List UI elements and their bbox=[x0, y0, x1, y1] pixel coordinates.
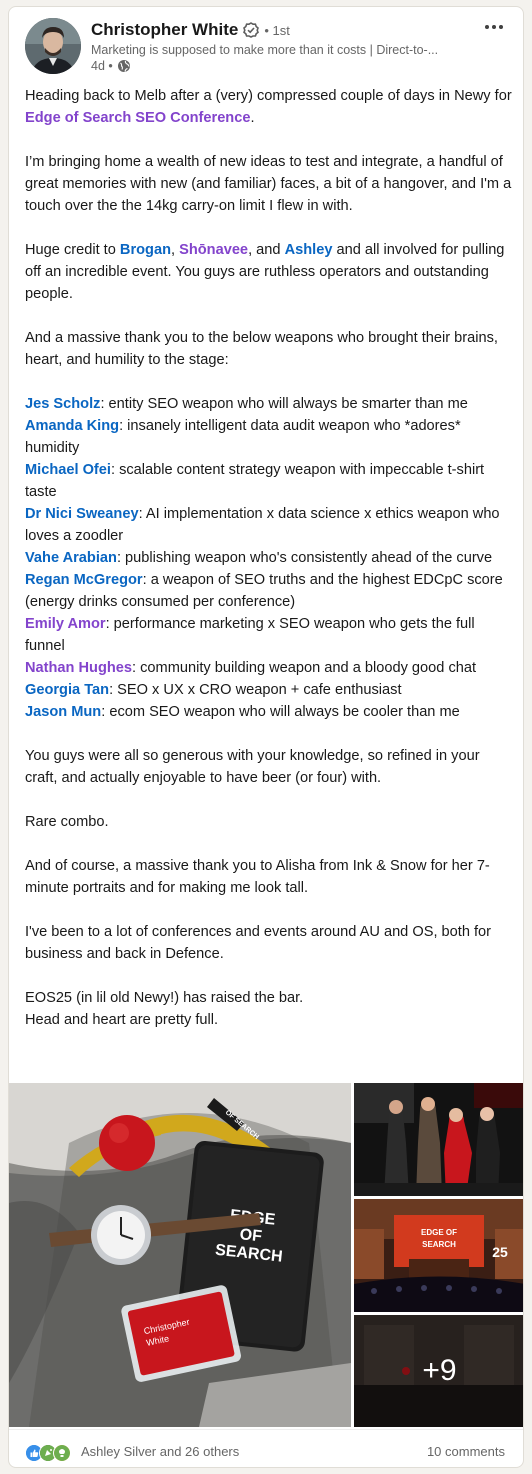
speaker-item: Dr Nici Sweaney: AI implementation x dat… bbox=[25, 503, 513, 547]
connection-degree: • 1st bbox=[264, 22, 290, 38]
more-icon[interactable] bbox=[483, 21, 505, 33]
more-photos-count: +9 bbox=[354, 1315, 523, 1427]
author-name[interactable]: Christopher White bbox=[91, 20, 238, 40]
speaker-item: Jason Mun: ecom SEO weapon who will alwa… bbox=[25, 701, 513, 723]
mention-speaker[interactable]: Amanda King bbox=[25, 418, 119, 434]
social-counts: Ashley Silver and 26 others 10 comments bbox=[9, 1429, 523, 1467]
mention-speaker[interactable]: Michael Ofei bbox=[25, 462, 111, 478]
text-span: , bbox=[171, 242, 180, 258]
paragraph-credit: Huge credit to Brogan, Shōnavee, and Ash… bbox=[25, 239, 513, 305]
avatar-photo bbox=[25, 18, 81, 74]
speaker-item: Regan McGregor: a weapon of SEO truths a… bbox=[25, 569, 513, 613]
speaker-item: Jes Scholz: entity SEO weapon who will a… bbox=[25, 393, 513, 415]
text-span: . bbox=[250, 110, 255, 126]
event-link[interactable]: Edge of Search SEO Conference bbox=[25, 110, 250, 126]
reactions-count[interactable]: Ashley Silver and 26 others bbox=[81, 1444, 239, 1459]
author-avatar[interactable] bbox=[25, 18, 81, 74]
speaker-item: Emily Amor: performance marketing x SEO … bbox=[25, 613, 513, 657]
stage-number: 25 bbox=[492, 1244, 508, 1260]
mention-speaker[interactable]: Jes Scholz bbox=[25, 396, 100, 412]
paragraph-eos25: EOS25 (in lil old Newy!) has raised the … bbox=[25, 990, 304, 1006]
screen-line-1: EDGE OF bbox=[421, 1228, 457, 1237]
mention-speaker[interactable]: Dr Nici Sweaney bbox=[25, 506, 139, 522]
mention-ashley[interactable]: Ashley bbox=[285, 242, 333, 258]
photo-group[interactable] bbox=[354, 1083, 523, 1196]
mention-speaker[interactable]: Regan McGregor bbox=[25, 572, 143, 588]
paragraph-head-heart: Head and heart are pretty full. bbox=[25, 1012, 219, 1028]
mention-speaker[interactable]: Georgia Tan bbox=[25, 682, 109, 698]
photo-venue[interactable]: EDGE OF SEARCH 25 bbox=[354, 1199, 523, 1312]
paragraph-thanks: And a massive thank you to the below wea… bbox=[25, 330, 498, 368]
globe-icon bbox=[117, 60, 130, 72]
insightful-icon bbox=[53, 1444, 71, 1462]
mention-speaker[interactable]: Vahe Arabian bbox=[25, 550, 117, 566]
group-photo-image bbox=[354, 1083, 523, 1196]
post-header: Christopher White • 1st Marketing is sup… bbox=[9, 7, 523, 77]
comments-count[interactable]: 10 comments bbox=[427, 1444, 505, 1459]
photo-more[interactable]: +9 bbox=[354, 1315, 523, 1427]
speaker-list: Jes Scholz: entity SEO weapon who will a… bbox=[25, 393, 513, 723]
speaker-item: Michael Ofei: scalable content strategy … bbox=[25, 459, 513, 503]
speaker-desc: : publishing weapon who's consistently a… bbox=[116, 550, 493, 566]
speaker-desc: : SEO x UX x CRO weapon + cafe enthusias… bbox=[109, 682, 402, 698]
bag-flatlay-image: OF SEARCH EDGE OF SEARCH C bbox=[9, 1083, 351, 1427]
mention-brogan[interactable]: Brogan bbox=[120, 242, 171, 258]
paragraph-alisha: And of course, a massive thank you to Al… bbox=[25, 858, 490, 896]
post-card: Christopher White • 1st Marketing is sup… bbox=[8, 6, 524, 1468]
paragraph-rare-combo: Rare combo. bbox=[25, 814, 109, 830]
speaker-item: Amanda King: insanely intelligent data a… bbox=[25, 415, 513, 459]
paragraph-generous: You guys were all so generous with your … bbox=[25, 748, 480, 786]
speaker-item: Vahe Arabian: publishing weapon who's co… bbox=[25, 547, 513, 569]
author-name-row: Christopher White • 1st bbox=[91, 19, 290, 41]
mention-speaker[interactable]: Emily Amor bbox=[25, 616, 106, 632]
paragraph-intro: Heading back to Melb after a (very) comp… bbox=[25, 85, 513, 129]
post-meta: 4d • bbox=[91, 59, 131, 73]
speaker-desc: : ecom SEO weapon who will always be coo… bbox=[101, 704, 460, 720]
text-span: Heading back to Melb after a (very) comp… bbox=[25, 88, 512, 104]
verified-icon bbox=[243, 22, 260, 38]
paragraph-bringing-home: I’m bringing home a wealth of new ideas … bbox=[25, 154, 512, 214]
reaction-icons[interactable] bbox=[25, 1444, 71, 1462]
venue-photo-image: EDGE OF SEARCH 25 bbox=[354, 1199, 523, 1312]
speaker-item: Nathan Hughes: community building weapon… bbox=[25, 657, 513, 679]
post-time: 4d • bbox=[91, 59, 113, 73]
speaker-desc: : entity SEO weapon who will always be s… bbox=[100, 396, 468, 412]
paragraph-conferences: I've been to a lot of conferences and ev… bbox=[25, 924, 492, 962]
mention-speaker[interactable]: Nathan Hughes bbox=[25, 660, 132, 676]
speaker-item: Georgia Tan: SEO x UX x CRO weapon + caf… bbox=[25, 679, 513, 701]
notebook-line-2: OF bbox=[239, 1226, 263, 1245]
text-span: , and bbox=[248, 242, 285, 258]
photo-bag-flatlay[interactable]: OF SEARCH EDGE OF SEARCH C bbox=[9, 1083, 351, 1427]
photo-grid: OF SEARCH EDGE OF SEARCH C bbox=[9, 1083, 523, 1427]
text-span: Huge credit to bbox=[25, 242, 120, 258]
author-headline: Marketing is supposed to make more than … bbox=[91, 43, 439, 57]
speaker-desc: : community building weapon and a bloody… bbox=[132, 660, 477, 676]
post-body: Heading back to Melb after a (very) comp… bbox=[25, 85, 513, 1031]
mention-speaker[interactable]: Jason Mun bbox=[25, 704, 101, 720]
mention-shonavee[interactable]: Shōnavee bbox=[179, 242, 248, 258]
screen-line-2: SEARCH bbox=[422, 1240, 456, 1249]
